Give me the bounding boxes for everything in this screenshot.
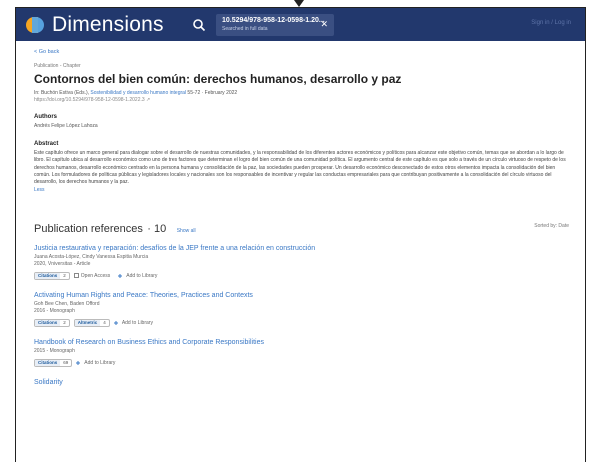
reference-actions: Citations 2 Altmetric 4 Add to Library (34, 318, 569, 327)
references-title: Publication references (34, 223, 143, 236)
citations-badge-label: Citations (35, 272, 61, 279)
abstract-text: Este capítulo ofrece un marco general pa… (34, 150, 566, 186)
reference-actions: Citations 2 Open Access Add to Library (34, 271, 569, 280)
reference-item: Solidarity (34, 379, 569, 386)
clear-search-icon[interactable]: ✕ (320, 19, 328, 30)
altmetric-badge-count: 4 (103, 320, 106, 326)
open-access-label: Open Access (73, 272, 111, 279)
reference-title[interactable]: Handbook of Research on Business Ethics … (34, 339, 569, 346)
search-icon[interactable] (192, 18, 206, 32)
add-library-text: Add to Library (84, 359, 116, 366)
pointer-arrow-icon (294, 0, 304, 7)
add-library-text: Add to Library (121, 319, 153, 326)
citations-badge-label: Citations (35, 319, 61, 326)
reference-item: Handbook of Research on Business Ethics … (34, 339, 569, 367)
reference-title[interactable]: Justicia restaurativa y reparación: desa… (34, 245, 569, 252)
reference-info: 2016 - Monograph (34, 308, 75, 315)
citations-badge[interactable]: Citations 2 (34, 271, 70, 280)
back-link[interactable]: < Go back (34, 49, 569, 55)
altmetric-badge[interactable]: Altmetric 4 (73, 318, 110, 327)
altmetric-badge-label: Altmetric (74, 319, 101, 326)
doi-link[interactable]: https://doi.org/10.5294/978-958-12-0598-… (34, 97, 569, 104)
search-query-chip[interactable]: 10.5294/978-958-12-0598-1.20... Searched… (216, 14, 334, 36)
add-library-icon (118, 273, 123, 278)
reference-authors: Goh Bee Chen, Baden Offord (34, 301, 100, 308)
logo-text[interactable]: Dimensions (52, 13, 164, 37)
publication-meta: In: Buchón Estiva (Eds.), Sostenibilidad… (34, 90, 569, 97)
page-title: Contornos del bien común: derechos human… (34, 72, 402, 86)
search-scope-text: Searched in full data (222, 26, 268, 32)
less-link[interactable]: Less (34, 187, 569, 193)
add-library-icon (113, 320, 118, 325)
add-library-text: Add to Library (126, 272, 158, 279)
reference-actions: Citations 69 Add to Library (34, 358, 569, 367)
citations-badge[interactable]: Citations 69 (34, 358, 73, 367)
publication-type: Publication - Chapter (34, 63, 81, 69)
add-to-library-button[interactable]: Add to Library (76, 360, 115, 366)
add-to-library-button[interactable]: Add to Library (118, 273, 157, 279)
show-all-link[interactable]: Show all (177, 228, 196, 234)
add-to-library-button[interactable]: Add to Library (113, 319, 153, 326)
sort-control[interactable]: Sorted by: Date (534, 223, 569, 229)
search-query-text: 10.5294/978-958-12-0598-1.20... (222, 17, 325, 24)
citations-badge-count: 2 (63, 273, 66, 279)
citations-badge-label: Citations (35, 359, 61, 366)
citations-badge[interactable]: Citations 2 (34, 318, 70, 327)
open-access-icon (73, 273, 79, 279)
abstract-heading: Abstract (34, 141, 59, 147)
meta-prefix: In: Buchón Estiva (Eds.), (34, 90, 91, 96)
reference-info: 2020, Vniversitas - Article (34, 261, 91, 268)
dimensions-logo-icon[interactable] (26, 15, 46, 35)
browser-frame: Dimensions 10.5294/978-958-12-0598-1.20.… (15, 7, 586, 462)
signin-link[interactable]: Sign in / Log in (531, 20, 571, 26)
search-area: 10.5294/978-958-12-0598-1.20... Searched… (192, 14, 334, 36)
open-access-text: Open Access (80, 272, 111, 279)
reference-item: Activating Human Rights and Peace: Theor… (34, 292, 569, 327)
add-library-icon (76, 360, 81, 365)
reference-title[interactable]: Solidarity (34, 379, 569, 386)
authors-list[interactable]: Andrés Felipe López Lahoza (34, 123, 569, 129)
reference-title[interactable]: Activating Human Rights and Peace: Theor… (34, 292, 569, 299)
authors-heading: Authors (34, 114, 57, 120)
book-link[interactable]: Sostenibilidad y desarrollo humano integ… (90, 90, 186, 96)
references-count: · 10 (147, 223, 167, 236)
references-header: Publication references · 10 Show all Sor… (34, 219, 569, 235)
meta-suffix: 55-72 · February 2022 (186, 90, 238, 96)
main-content: < Go back Publication - Chapter Contorno… (16, 41, 585, 386)
reference-info: 2015 - Monograph (34, 348, 75, 355)
reference-item: Justicia restaurativa y reparación: desa… (34, 245, 569, 280)
citations-badge-count: 2 (63, 320, 66, 326)
top-header: Dimensions 10.5294/978-958-12-0598-1.20.… (16, 8, 585, 41)
reference-authors: Juana Acosta-López, Cindy Vanessa Espiti… (34, 254, 149, 261)
citations-badge-count: 69 (63, 360, 69, 366)
